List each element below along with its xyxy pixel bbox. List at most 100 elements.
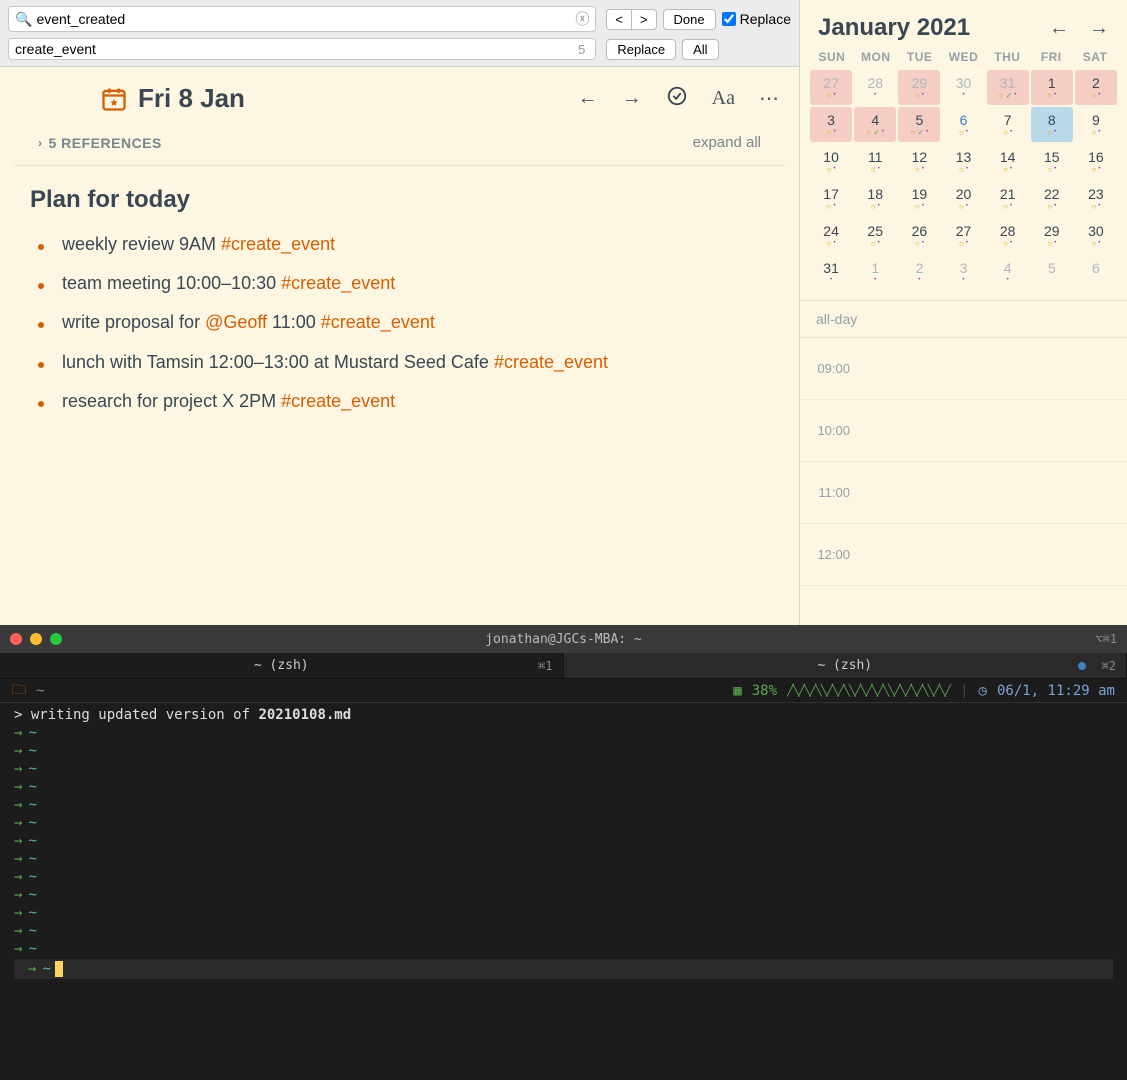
calendar-day[interactable]: 21○• — [987, 181, 1029, 216]
task-circle-icon[interactable] — [666, 85, 688, 113]
calendar-star-icon — [100, 85, 128, 113]
day-indicators: ○• — [1047, 240, 1056, 248]
calendar-day[interactable]: 15○• — [1031, 144, 1073, 179]
calendar-day[interactable]: 6○• — [942, 107, 984, 142]
calendar-day[interactable]: 2• — [898, 255, 940, 290]
calendar-day[interactable]: 13○• — [942, 144, 984, 179]
calendar-day[interactable]: 28• — [854, 70, 896, 105]
calendar-day[interactable]: 8○• — [1031, 107, 1073, 142]
list-item-text: team meeting 10:00–10:30 #create_event — [62, 271, 395, 296]
next-match-button[interactable]: > — [632, 10, 656, 29]
bullet-dot-icon — [38, 401, 44, 407]
calendar-day[interactable]: 3• — [942, 255, 984, 290]
text-format-icon[interactable]: Aa — [712, 87, 735, 110]
list-item[interactable]: research for project X 2PM #create_event — [30, 389, 769, 414]
day-indicators: • — [874, 277, 876, 285]
terminal-prompt-line[interactable]: →~ — [14, 959, 1113, 979]
calendar-grid: 27○•28•29○•30•31○✓•1○•2○•3○•4○✓•5○✓•6○•7… — [800, 70, 1127, 300]
expand-all-link[interactable]: expand all — [693, 134, 761, 151]
calendar-day[interactable]: 31• — [810, 255, 852, 290]
calendar-next-icon[interactable]: → — [1089, 17, 1109, 40]
calendar-day[interactable]: 30• — [942, 70, 984, 105]
calendar-day[interactable]: 17○• — [810, 181, 852, 216]
calendar-day[interactable]: 28○• — [987, 218, 1029, 253]
calendar-day[interactable]: 14○• — [987, 144, 1029, 179]
references-toggle[interactable]: › 5 REFERENCES — [38, 135, 162, 151]
calendar-day[interactable]: 4• — [987, 255, 1029, 290]
calendar-day[interactable]: 9○• — [1075, 107, 1117, 142]
day-number: 14 — [1000, 150, 1016, 164]
day-number: 9 — [1092, 113, 1100, 127]
terminal-tab[interactable]: ~ (zsh)⌘2 — [564, 653, 1127, 678]
calendar-day[interactable]: 19○• — [898, 181, 940, 216]
replace-input[interactable] — [15, 41, 578, 57]
list-item[interactable]: write proposal for @Geoff 11:00 #create_… — [30, 310, 769, 335]
close-window-icon[interactable] — [10, 633, 22, 645]
calendar-day[interactable]: 4○✓• — [854, 107, 896, 142]
calendar-hour-row[interactable]: 11:00 — [800, 462, 1127, 524]
calendar-day[interactable]: 10○• — [810, 144, 852, 179]
calendar-day[interactable]: 5○✓• — [898, 107, 940, 142]
calendar-prev-icon[interactable]: ← — [1049, 17, 1069, 40]
find-input[interactable] — [36, 11, 575, 27]
calendar-day[interactable]: 30○• — [1075, 218, 1117, 253]
calendar-day[interactable]: 12○• — [898, 144, 940, 179]
calendar-day[interactable]: 20○• — [942, 181, 984, 216]
zoom-window-icon[interactable] — [50, 633, 62, 645]
calendar-day[interactable]: 7○• — [987, 107, 1029, 142]
calendar-day[interactable]: 6 — [1075, 255, 1117, 290]
hour-label: 10:00 — [800, 423, 860, 438]
back-arrow-icon[interactable]: ← — [578, 87, 598, 110]
day-number: 2 — [1092, 76, 1100, 90]
replace-button[interactable]: Replace — [606, 39, 676, 60]
clear-icon[interactable]: ⓧ — [575, 9, 589, 29]
list-item[interactable]: team meeting 10:00–10:30 #create_event — [30, 271, 769, 296]
list-item[interactable]: lunch with Tamsin 12:00–13:00 at Mustard… — [30, 350, 769, 375]
replace-checkbox[interactable]: Replace — [722, 11, 791, 27]
done-button[interactable]: Done — [663, 9, 716, 30]
terminal-empty-line: →~ — [14, 905, 1113, 921]
calendar-day[interactable]: 27○• — [942, 218, 984, 253]
terminal-output-line: > writing updated version of 20210108.md — [14, 707, 1113, 723]
calendar-day[interactable]: 22○• — [1031, 181, 1073, 216]
day-number: 3 — [960, 261, 968, 275]
calendar-day[interactable]: 5 — [1031, 255, 1073, 290]
calendar-day[interactable]: 24○• — [810, 218, 852, 253]
calendar-day[interactable]: 1• — [854, 255, 896, 290]
terminal-tab[interactable]: ~ (zsh)⌘1 — [0, 653, 564, 678]
list-item[interactable]: weekly review 9AM #create_event — [30, 232, 769, 257]
day-number: 19 — [912, 187, 928, 201]
calendar-day[interactable]: 26○• — [898, 218, 940, 253]
replace-checkbox-input[interactable] — [722, 12, 736, 26]
day-number: 30 — [1088, 224, 1104, 238]
day-number: 11 — [868, 150, 883, 164]
calendar-day[interactable]: 23○• — [1075, 181, 1117, 216]
cpu-chip-icon: ▦ — [733, 683, 741, 699]
terminal-body[interactable]: > writing updated version of 20210108.md… — [0, 703, 1127, 1080]
calendar-day[interactable]: 25○• — [854, 218, 896, 253]
calendar-day[interactable]: 18○• — [854, 181, 896, 216]
calendar-day[interactable]: 29○• — [1031, 218, 1073, 253]
calendar-day[interactable]: 27○• — [810, 70, 852, 105]
calendar-hour-row[interactable]: 09:00 — [800, 338, 1127, 400]
day-indicators: • — [830, 277, 832, 285]
calendar-hour-row[interactable]: 10:00 — [800, 400, 1127, 462]
more-menu-icon[interactable]: ⋯ — [759, 86, 779, 111]
note-body[interactable]: Plan for today weekly review 9AM #create… — [0, 166, 799, 448]
prev-match-button[interactable]: < — [607, 10, 632, 29]
forward-arrow-icon[interactable]: → — [622, 87, 642, 110]
calendar-day[interactable]: 1○• — [1031, 70, 1073, 105]
calendar-dow-row: SUNMONTUEWEDTHUFRISAT — [800, 50, 1127, 64]
calendar-day[interactable]: 11○• — [854, 144, 896, 179]
calendar-day[interactable]: 2○• — [1075, 70, 1117, 105]
calendar-day[interactable]: 29○• — [898, 70, 940, 105]
minimize-window-icon[interactable] — [30, 633, 42, 645]
calendar-day[interactable]: 16○• — [1075, 144, 1117, 179]
day-indicators: ○• — [1091, 203, 1100, 211]
chevron-right-icon: › — [38, 136, 43, 150]
calendar-day[interactable]: 31○✓• — [987, 70, 1029, 105]
calendar-hour-row[interactable]: 12:00 — [800, 524, 1127, 586]
calendar-day[interactable]: 3○• — [810, 107, 852, 142]
terminal-status-bar: 🗀 ~ ▦ 38% ╱╲╱╲╱╲╲╱╲╱╲╲╱╲╱╲╱╲╲╱╲╱╲╱╲╲╱╲╱ … — [0, 679, 1127, 703]
replace-all-button[interactable]: All — [682, 39, 718, 60]
